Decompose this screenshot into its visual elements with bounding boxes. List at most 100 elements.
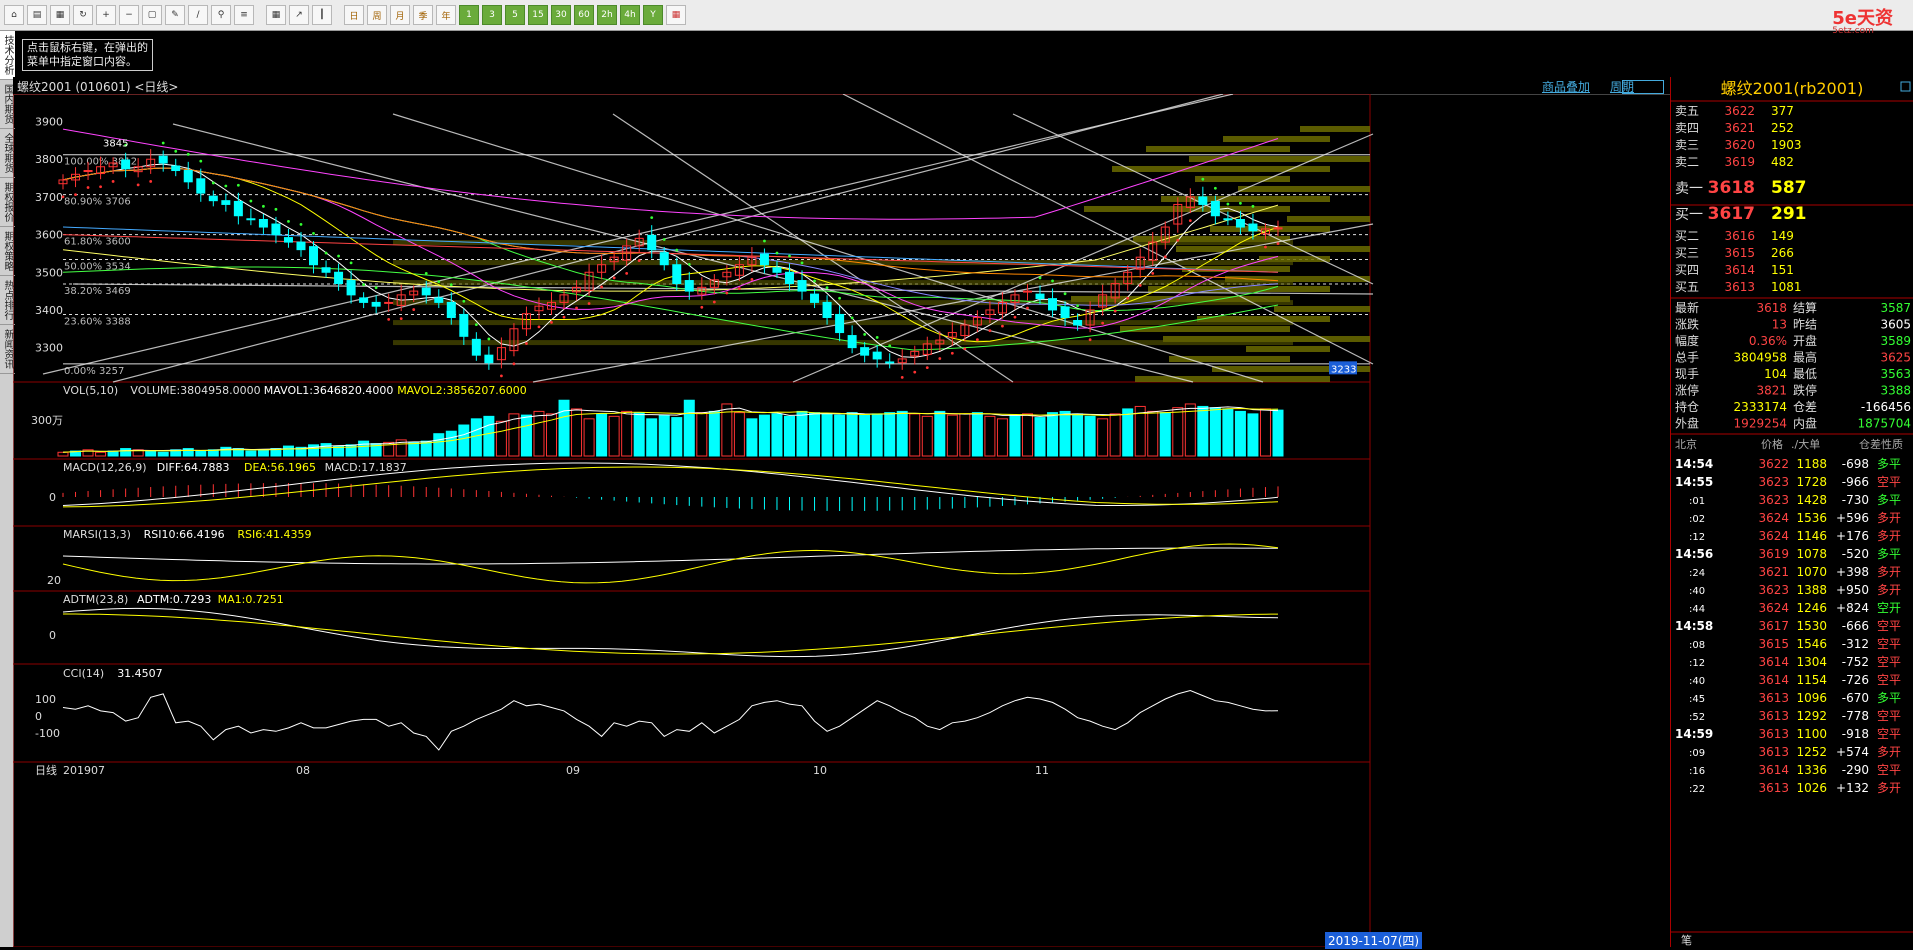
sar-dot xyxy=(312,232,315,235)
tick-type: 空平 xyxy=(1877,709,1901,723)
period-button[interactable]: 周 xyxy=(367,5,387,25)
overlay-commodity-link[interactable]: 商品叠加 xyxy=(1542,78,1590,95)
candle-body xyxy=(1198,196,1208,205)
volume-profile-bar xyxy=(1135,376,1330,382)
minute-period-button[interactable]: 60 xyxy=(574,5,594,25)
refresh-icon[interactable]: ↻ xyxy=(73,5,93,25)
minute-period-button[interactable]: 4h xyxy=(620,5,640,25)
x-axis-label: 08 xyxy=(296,764,310,777)
tick-price: 3623 xyxy=(1758,493,1789,507)
tick-time: :12 xyxy=(1689,658,1705,669)
side-tab[interactable]: 技术分析 xyxy=(0,31,15,80)
sar-dot xyxy=(99,185,102,189)
minute-period-button[interactable]: Y xyxy=(643,5,663,25)
sar-dot xyxy=(1213,186,1217,190)
volume-bar xyxy=(646,418,658,457)
stat-label: 持仓 xyxy=(1675,399,1699,414)
period-button[interactable]: 月 xyxy=(390,5,410,25)
window-controls[interactable] xyxy=(1622,80,1664,94)
sar-dot xyxy=(725,291,729,295)
tick-volume: 1096 xyxy=(1796,691,1827,705)
tick-header: 仓差 xyxy=(1859,437,1881,451)
sar-dot xyxy=(1038,276,1042,280)
fib-label: 38.20% 3469 xyxy=(64,286,131,297)
zoom-out-icon[interactable]: − xyxy=(119,5,139,25)
indicator-legend: CCI(14) xyxy=(63,667,104,680)
sar-dot xyxy=(1051,279,1054,283)
period-button[interactable]: 年 xyxy=(436,5,456,25)
sar-dot xyxy=(61,195,65,199)
price-tick: 3800 xyxy=(35,153,63,166)
sar-dot xyxy=(788,254,791,258)
sar-dot xyxy=(913,370,917,374)
calendar-icon[interactable]: ▦ xyxy=(666,5,686,25)
tick-position-diff: +398 xyxy=(1836,565,1869,579)
tick-position-diff: -966 xyxy=(1842,475,1869,489)
trend-icon[interactable]: ↗ xyxy=(289,5,309,25)
minute-period-button[interactable]: 5 xyxy=(505,5,525,25)
sar-dot xyxy=(299,223,303,226)
tick-type: 多开 xyxy=(1877,745,1901,759)
window-icon[interactable]: ▢ xyxy=(142,5,162,25)
sar-dot xyxy=(199,159,203,163)
tick-volume: 1428 xyxy=(1796,493,1827,507)
volume-bar xyxy=(1084,415,1096,457)
volume-bar xyxy=(1109,413,1121,457)
pen-icon[interactable]: ✎ xyxy=(165,5,185,25)
tick-time: :22 xyxy=(1689,784,1705,795)
candle-body xyxy=(359,297,369,303)
home-icon[interactable]: ⌂ xyxy=(4,5,24,25)
minute-period-button[interactable]: 30 xyxy=(551,5,571,25)
tick-type: 多开 xyxy=(1877,583,1901,597)
news-icon[interactable]: ≡ xyxy=(234,5,254,25)
minute-period-button[interactable]: 3 xyxy=(482,5,502,25)
tick-time: 14:56 xyxy=(1675,547,1713,561)
zoom-in-icon[interactable]: + xyxy=(96,5,116,25)
sar-dot xyxy=(587,302,591,305)
volume-bar xyxy=(57,451,69,457)
period-button[interactable]: 季 xyxy=(413,5,433,25)
indicator-legend: MA1:0.7251 xyxy=(218,593,284,606)
tick-volume: 1078 xyxy=(1796,547,1827,561)
volume-bar xyxy=(821,413,833,457)
tick-time: 14:59 xyxy=(1675,727,1713,741)
sar-dot xyxy=(875,336,879,339)
tick-volume: 1070 xyxy=(1796,565,1827,579)
filter-icon[interactable]: ⚲ xyxy=(211,5,231,25)
volume-bar xyxy=(621,410,633,457)
folder-icon[interactable]: ▤ xyxy=(27,5,47,25)
sar-dot xyxy=(274,207,278,211)
minute-period-button[interactable]: 1 xyxy=(459,5,479,25)
chart-area[interactable]: 3900380037003600350034003300100.00% 3812… xyxy=(13,94,1670,947)
volume-profile-bar xyxy=(1176,246,1370,252)
chart-icon[interactable]: ▦ xyxy=(50,5,70,25)
period-button[interactable]: 日 xyxy=(344,5,364,25)
volume-bar xyxy=(195,450,207,457)
candle-body xyxy=(772,267,782,273)
table-icon[interactable]: ▦ xyxy=(266,5,286,25)
sar-dot xyxy=(1088,338,1092,342)
tick-type: 空平 xyxy=(1877,727,1901,741)
sar-dot xyxy=(650,216,654,220)
candle-body xyxy=(434,297,444,303)
volume-bar xyxy=(946,414,958,457)
kline-icon[interactable]: ┃ xyxy=(312,5,332,25)
bid-volume: 266 xyxy=(1771,246,1794,260)
sar-dot xyxy=(1126,296,1130,300)
candle-body xyxy=(171,165,181,172)
cci-tick: 0 xyxy=(35,710,42,723)
stat-value: 3625 xyxy=(1880,351,1911,365)
volume-bar xyxy=(746,418,758,457)
draw-icon[interactable]: ∕ xyxy=(188,5,208,25)
candle-body xyxy=(446,301,456,318)
candle-body xyxy=(872,351,882,360)
volume-bar xyxy=(282,445,294,457)
volume-bar xyxy=(458,424,470,457)
tick-position-diff: +824 xyxy=(1836,601,1869,615)
stat-value: 2333174 xyxy=(1734,400,1787,414)
sar-dot xyxy=(474,323,478,327)
minute-period-button[interactable]: 2h xyxy=(597,5,617,25)
sar-dot xyxy=(149,180,153,183)
volume-bar xyxy=(1059,410,1071,457)
minute-period-button[interactable]: 15 xyxy=(528,5,548,25)
